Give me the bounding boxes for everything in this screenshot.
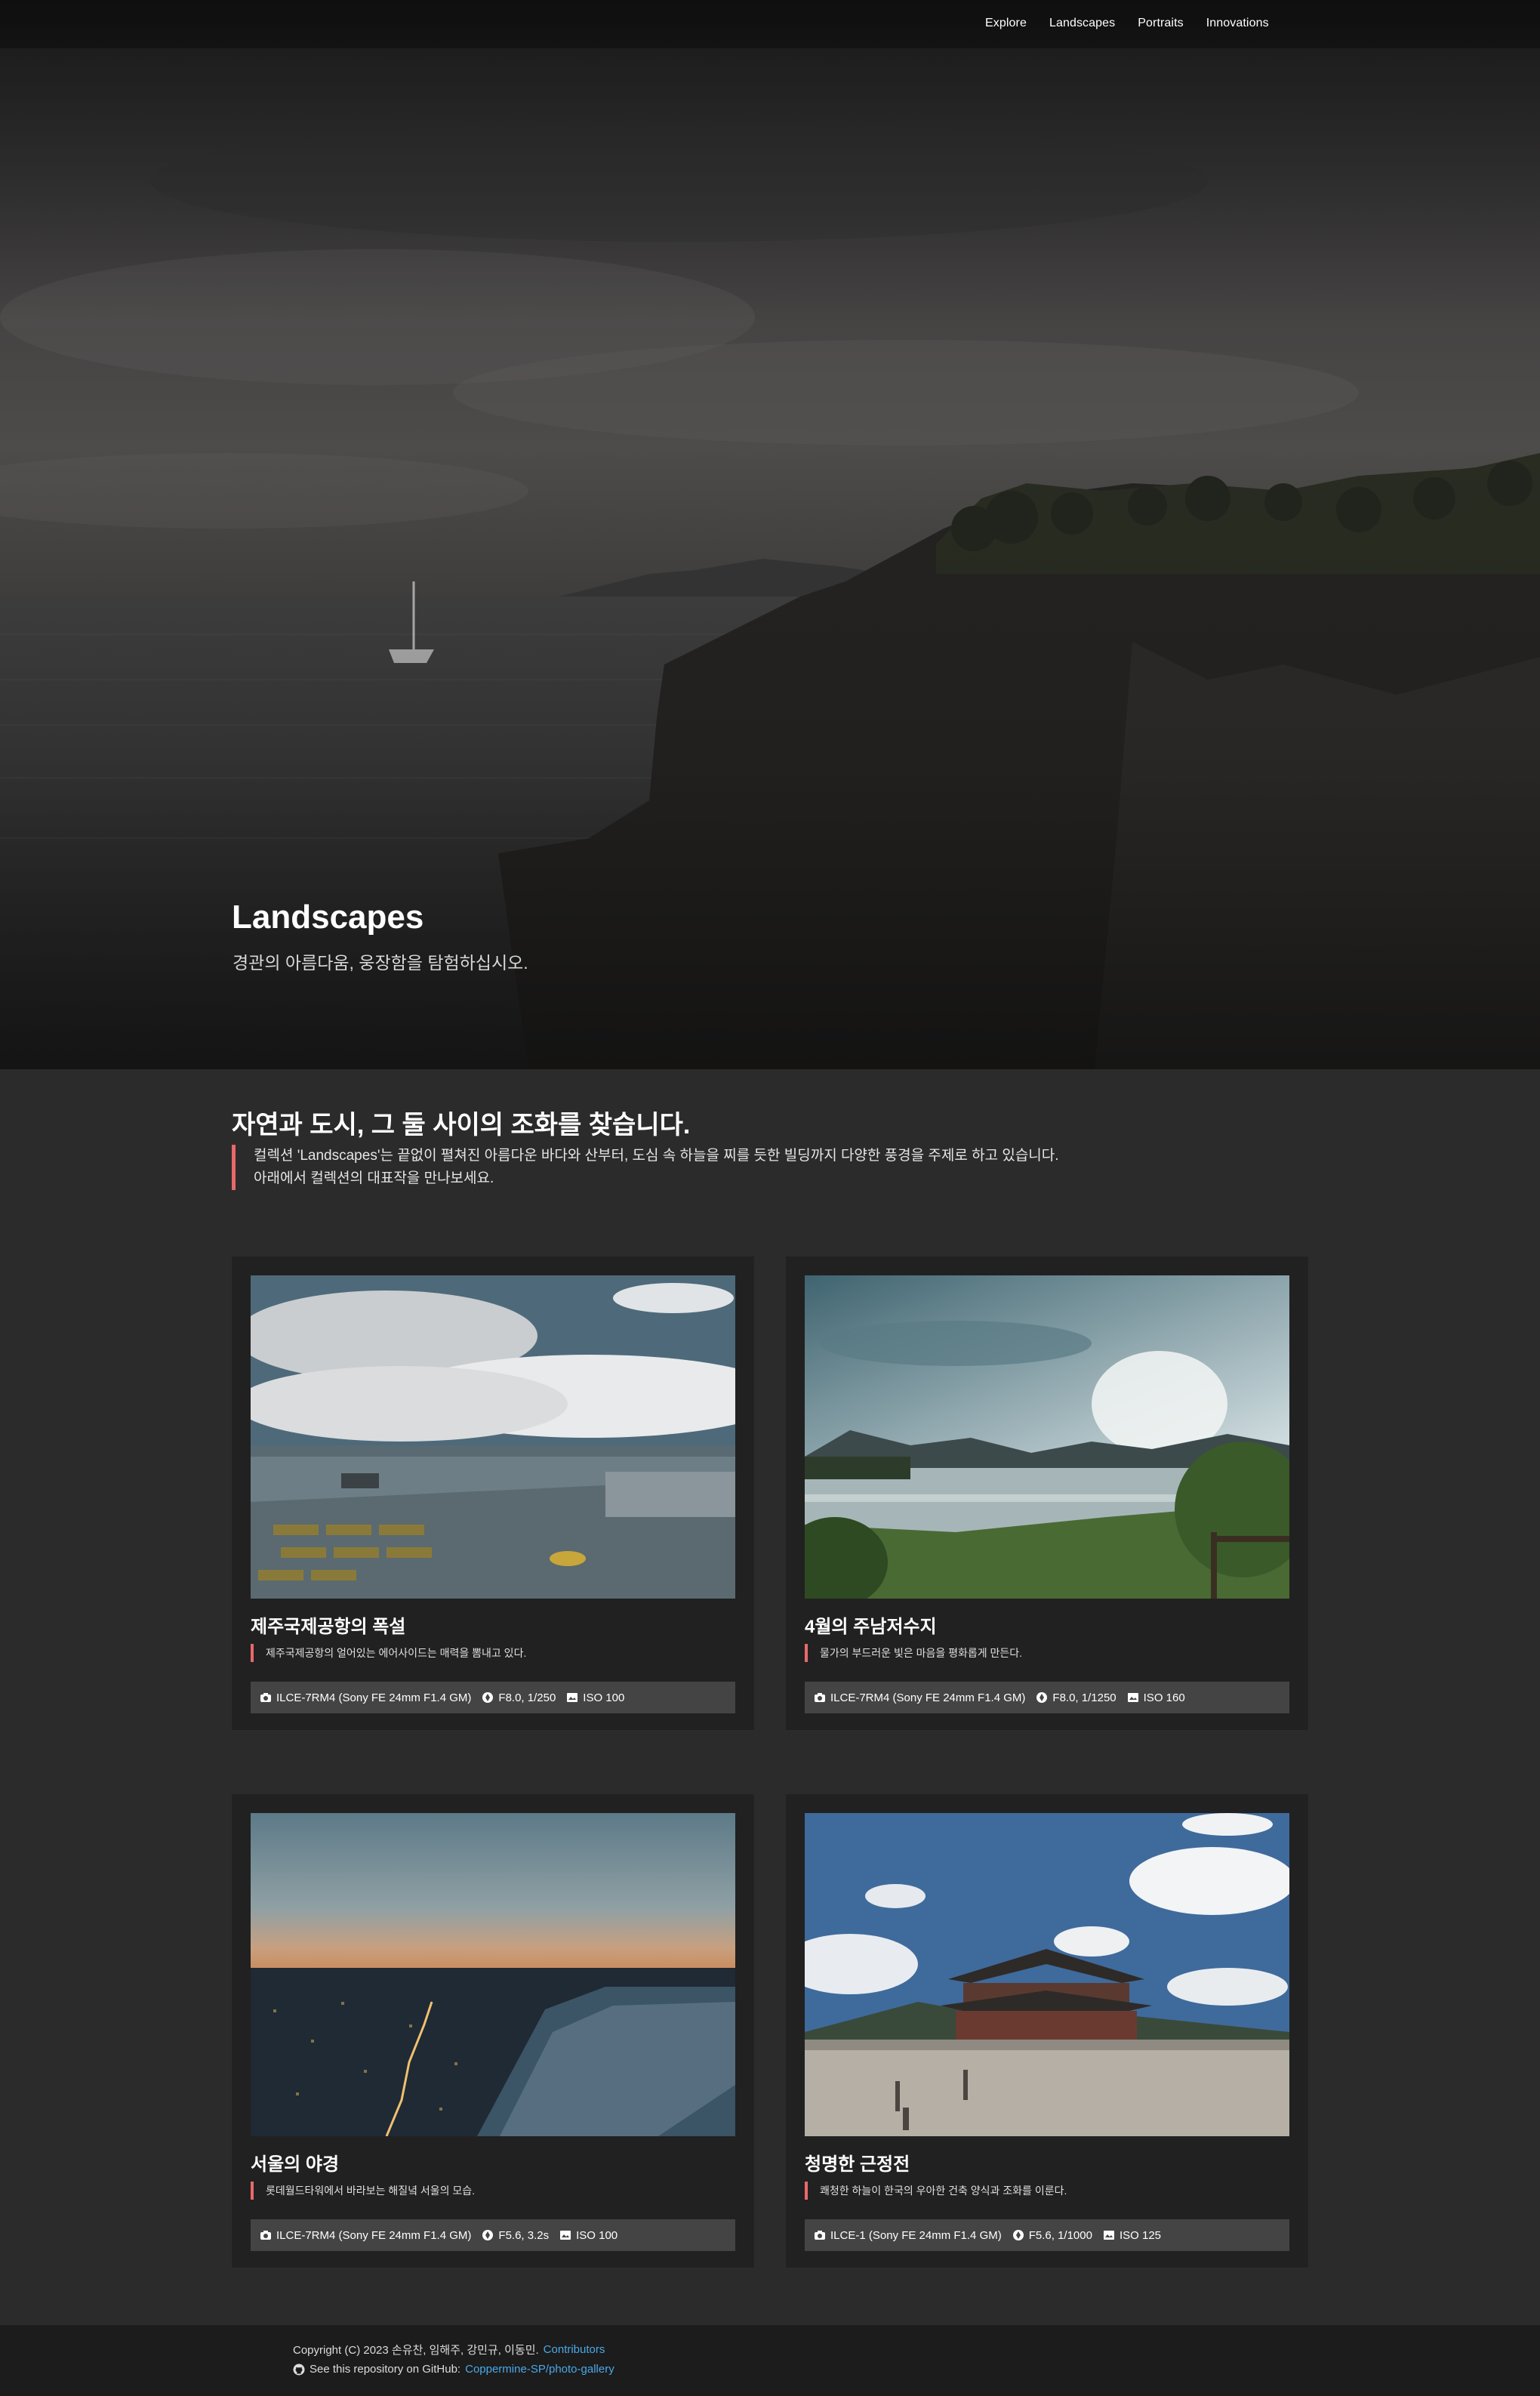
card-title: 서울의 야경 <box>251 2154 340 2175</box>
aperture-icon <box>1036 1692 1048 1703</box>
intro-quote: 컬렉션 'Landscapes'는 끝없이 펼쳐진 아름다운 바다와 산부터, … <box>232 1145 1289 1190</box>
hero-subtitle: 경관의 아름다움, 웅장함을 탐험하십시오. <box>233 953 528 973</box>
camera-icon <box>815 2231 825 2240</box>
aperture-icon <box>482 1692 494 1703</box>
iso-icon <box>1127 1693 1138 1702</box>
exif-camera: ILCE-1 (Sony FE 24mm F1.4 GM) <box>814 2229 1002 2242</box>
exif-bar: ILCE-1 (Sony FE 24mm F1.4 GM) F5.6, 1/10… <box>805 2219 1289 2251</box>
card-description: 제주국제공항의 얼어있는 에어사이드는 매력을 뽐내고 있다. <box>251 1644 526 1662</box>
collection-section: 자연과 도시, 그 둘 사이의 조화를 찾습니다. 컬렉션 'Landscape… <box>0 1069 1540 2325</box>
iso-icon <box>560 2231 571 2240</box>
nav-innovations[interactable]: Innovations <box>1206 17 1269 30</box>
photo-card-junam-reservoir[interactable]: 4월의 주남저수지 물가의 부드러운 빛은 마음을 평화롭게 만든다. ILCE… <box>786 1257 1308 1730</box>
aperture-icon <box>482 2230 494 2240</box>
nav-explore[interactable]: Explore <box>985 17 1027 30</box>
photo-card-seoul-night[interactable]: 서울의 야경 롯데월드타워에서 바라보는 해질녘 서울의 모습. ILCE-7R… <box>232 1794 754 2268</box>
hero-section: Landscapes 경관의 아름다움, 웅장함을 탐험하십시오. <box>0 0 1540 1069</box>
photo-geunjeongjeon[interactable] <box>805 1813 1289 2136</box>
photo-seoul-night[interactable] <box>251 1813 735 2136</box>
camera-icon <box>260 1693 271 1702</box>
footer-copyright: Copyright (C) 2023 손유찬, 임해주, 강민규, 이동민. C… <box>293 2343 605 2357</box>
card-title: 4월의 주남저수지 <box>805 1617 937 1637</box>
exif-camera: ILCE-7RM4 (Sony FE 24mm F1.4 GM) <box>260 1691 471 1704</box>
aperture-icon <box>1012 2230 1024 2240</box>
camera-icon <box>815 1693 825 1702</box>
contributors-link[interactable]: Contributors <box>544 2343 605 2356</box>
exif-iso: ISO 100 <box>566 1691 624 1704</box>
photo-jeju-airport[interactable] <box>251 1275 735 1599</box>
nav-landscapes[interactable]: Landscapes <box>1049 17 1115 30</box>
camera-icon <box>260 2231 271 2240</box>
nav-links: Explore Landscapes Portraits Innovations <box>985 17 1269 30</box>
hero-title: Landscapes <box>232 899 424 936</box>
footer-repo: See this repository on GitHub: Coppermin… <box>293 2363 614 2376</box>
intro-heading: 자연과 도시, 그 둘 사이의 조화를 찾습니다. <box>232 1111 691 1139</box>
card-description: 롯데월드타워에서 바라보는 해질녘 서울의 모습. <box>251 2182 475 2200</box>
exif-exposure: F5.6, 1/1000 <box>1012 2229 1092 2242</box>
photo-card-geunjeongjeon[interactable]: 청명한 근정전 쾌청한 하늘이 한국의 우아한 건축 양식과 조화를 이룬다. … <box>786 1794 1308 2268</box>
exif-bar: ILCE-7RM4 (Sony FE 24mm F1.4 GM) F5.6, 3… <box>251 2219 735 2251</box>
repository-link[interactable]: Coppermine-SP/photo-gallery <box>465 2363 614 2376</box>
footer: Copyright (C) 2023 손유찬, 임해주, 강민규, 이동민. C… <box>0 2325 1540 2396</box>
exif-camera: ILCE-7RM4 (Sony FE 24mm F1.4 GM) <box>260 2229 471 2242</box>
intro-line-2: 아래에서 컬렉션의 대표작을 만나보세요. <box>254 1170 494 1186</box>
exif-exposure: F8.0, 1/250 <box>482 1691 556 1704</box>
exif-bar: ILCE-7RM4 (Sony FE 24mm F1.4 GM) F8.0, 1… <box>251 1682 735 1713</box>
iso-icon <box>1103 2231 1114 2240</box>
exif-iso: ISO 160 <box>1127 1691 1185 1704</box>
card-description: 물가의 부드러운 빛은 마음을 평화롭게 만든다. <box>805 1644 1022 1662</box>
hero-overlay <box>0 0 1540 1069</box>
intro-line-1: 컬렉션 'Landscapes'는 끝없이 펼쳐진 아름다운 바다와 산부터, … <box>254 1148 1059 1164</box>
github-icon <box>293 2364 305 2375</box>
card-title: 청명한 근정전 <box>805 2154 910 2175</box>
card-title: 제주국제공항의 폭설 <box>251 1617 406 1637</box>
exif-exposure: F8.0, 1/1250 <box>1036 1691 1116 1704</box>
exif-bar: ILCE-7RM4 (Sony FE 24mm F1.4 GM) F8.0, 1… <box>805 1682 1289 1713</box>
iso-icon <box>567 1693 578 1702</box>
card-description: 쾌청한 하늘이 한국의 우아한 건축 양식과 조화를 이룬다. <box>805 2182 1067 2200</box>
nav-portraits[interactable]: Portraits <box>1138 17 1183 30</box>
photo-card-jeju-airport[interactable]: 제주국제공항의 폭설 제주국제공항의 얼어있는 에어사이드는 매력을 뽐내고 있… <box>232 1257 754 1730</box>
exif-exposure: F5.6, 3.2s <box>482 2229 549 2242</box>
exif-iso: ISO 100 <box>559 2229 618 2242</box>
exif-iso: ISO 125 <box>1103 2229 1161 2242</box>
photo-junam-reservoir[interactable] <box>805 1275 1289 1599</box>
exif-camera: ILCE-7RM4 (Sony FE 24mm F1.4 GM) <box>814 1691 1025 1704</box>
top-nav: Explore Landscapes Portraits Innovations <box>0 0 1540 48</box>
